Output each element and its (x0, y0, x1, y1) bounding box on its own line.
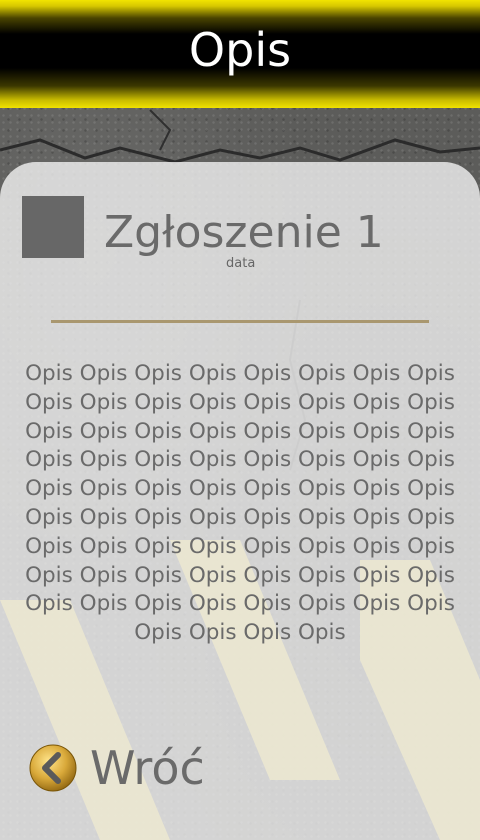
title-bar: Opis (0, 0, 480, 108)
report-title: Zgłoszenie 1 (104, 207, 384, 258)
back-label: Wróć (90, 741, 205, 795)
chevron-left-icon (29, 744, 77, 792)
divider (51, 320, 429, 323)
report-thumbnail[interactable] (22, 196, 84, 258)
report-description: Opis Opis Opis Opis Opis Opis Opis Opis … (25, 361, 455, 646)
report-date: data (226, 256, 256, 271)
page-title: Opis (188, 23, 292, 77)
back-button[interactable]: Wróć (28, 740, 205, 796)
